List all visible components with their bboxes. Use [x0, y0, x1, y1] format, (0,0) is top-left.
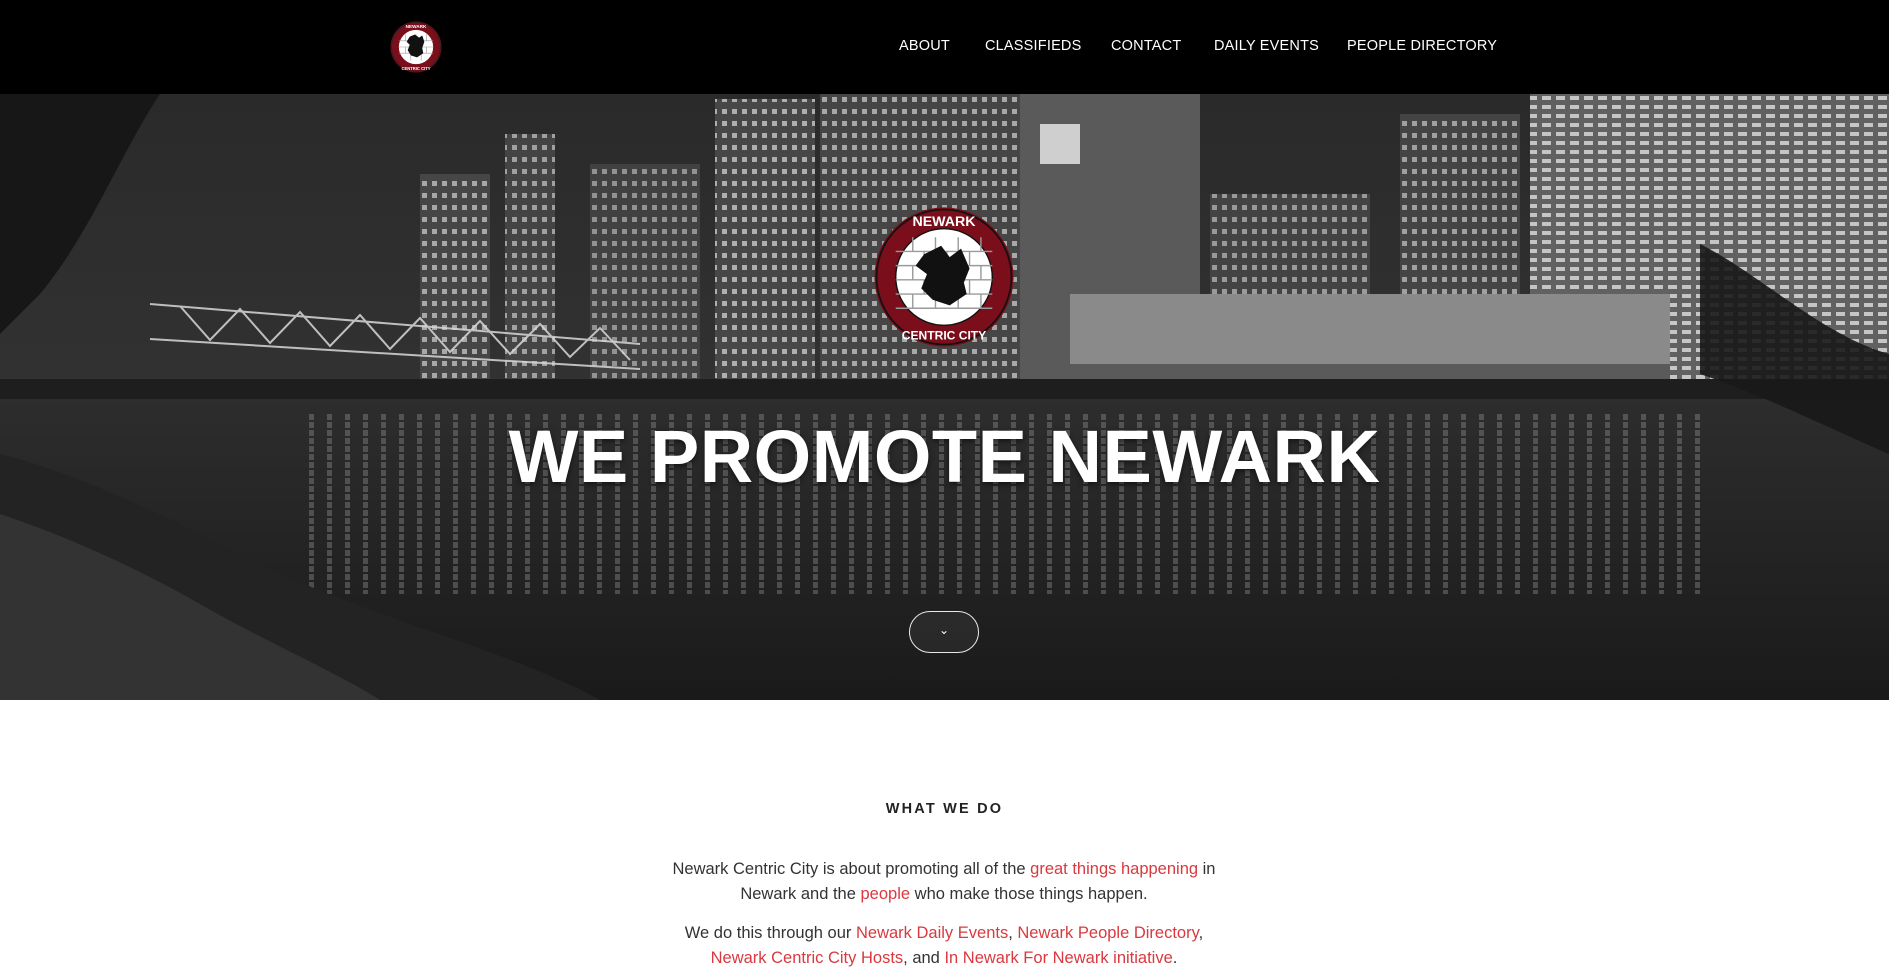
what-we-do-section: WHAT WE DO Newark Centric City is about … — [0, 700, 1889, 967]
nav-people-directory[interactable]: PEOPLE DIRECTORY — [1347, 38, 1497, 54]
great-things-link[interactable]: great things happening — [1030, 860, 1198, 878]
paragraph-text: . — [1172, 948, 1178, 967]
chevron-down-icon: ⌄ — [939, 623, 950, 637]
daily-events-link[interactable]: Newark Daily Events — [856, 924, 1008, 942]
hosts-link[interactable]: Newark Centric City Hosts — [711, 949, 904, 967]
people-link[interactable]: people — [861, 885, 911, 903]
nav-contact[interactable]: CONTACT — [1111, 38, 1181, 54]
paragraph-text: , — [1198, 923, 1204, 942]
paragraph-text: who make those things happen. — [910, 884, 1148, 903]
nav-classifieds[interactable]: CLASSIFIEDS — [985, 38, 1081, 54]
nav-daily-events[interactable]: DAILY EVENTS — [1214, 38, 1319, 54]
top-navbar: NEWARK CENTRIC CITY ABOUT CLASSIFIEDS CO… — [0, 0, 1889, 94]
nav-about[interactable]: ABOUT — [899, 38, 950, 54]
in-newark-for-newark-link[interactable]: In Newark For Newark initiative — [944, 949, 1172, 967]
paragraph-text: , and — [903, 948, 945, 967]
main-menu: ABOUT CLASSIFIEDS CONTACT DAILY EVENTS P… — [0, 38, 1889, 58]
logo-top-text: NEWARK — [406, 24, 427, 29]
hero-logo-bottom-text: CENTRIC CITY — [902, 328, 986, 342]
hero-background-image — [0, 94, 1889, 700]
section-heading: WHAT WE DO — [885, 801, 1004, 817]
paragraph-text: , — [1008, 923, 1018, 942]
intro-paragraph: Newark Centric City is about promoting a… — [644, 857, 1244, 907]
hero-title: WE PROMOTE NEWARK — [508, 415, 1381, 498]
people-directory-link[interactable]: Newark People Directory — [1017, 924, 1198, 942]
hero-logo-top-text: NEWARK — [912, 214, 976, 230]
paragraph-text: We do this through our — [684, 923, 856, 942]
programs-paragraph: We do this through our Newark Daily Even… — [644, 921, 1244, 971]
hero-logo: NEWARK CENTRIC CITY — [874, 207, 1014, 347]
scroll-down-button[interactable]: ⌄ — [909, 611, 979, 653]
hero-banner: NEWARK CENTRIC CITY WE PROMOTE NEWARK ⌄ — [0, 94, 1889, 700]
paragraph-text: Newark Centric City is about promoting a… — [672, 859, 1031, 878]
logo-bottom-text: CENTRIC CITY — [401, 66, 430, 71]
